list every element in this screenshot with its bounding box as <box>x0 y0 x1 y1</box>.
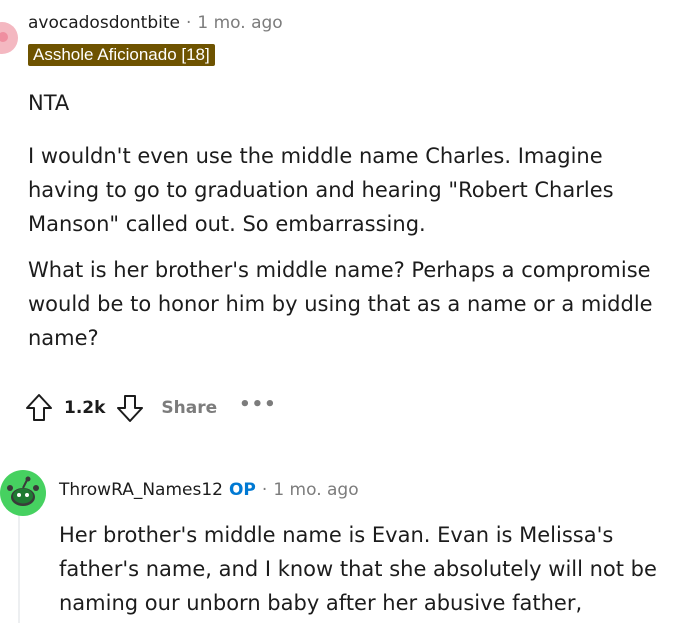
more-dots-icon[interactable]: ••• <box>239 394 277 415</box>
thread-line[interactable] <box>18 510 20 623</box>
comment-thread: avocadosdontbite · 1 mo. ago Asshole Afici… <box>0 0 700 623</box>
user-flair: Asshole Aficionado [18] <box>28 44 215 66</box>
comment-paragraph: I wouldn't even use the middle name Char… <box>28 144 614 236</box>
meta-separator: · <box>261 480 268 500</box>
op-badge: OP <box>228 480 256 500</box>
comment-paragraph: What is her brother's middle name? Perha… <box>28 258 653 350</box>
comment-author[interactable]: avocadosdontbite <box>28 13 180 33</box>
comment-body: Her brother's middle name is Evan. Evan … <box>59 518 689 620</box>
meta-separator: · <box>185 13 192 33</box>
snoo-avatar-icon[interactable] <box>0 470 46 516</box>
comment-paragraph: NTA <box>28 91 70 115</box>
comment-actions: 1.2k Share ••• <box>24 392 277 424</box>
comment-paragraph: Her brother's middle name is Evan. Evan … <box>59 523 657 615</box>
comment-meta: avocadosdontbite · 1 mo. ago <box>28 12 283 34</box>
comment-timestamp[interactable]: 1 mo. ago <box>273 480 358 500</box>
downvote-arrow-icon[interactable] <box>115 392 145 424</box>
comment-meta: ThrowRA_Names12 OP · 1 mo. ago <box>59 479 359 501</box>
vote-count: 1.2k <box>64 398 106 418</box>
comment-timestamp[interactable]: 1 mo. ago <box>197 13 282 33</box>
comment-body: NTA I wouldn't even use the middle name … <box>28 86 668 367</box>
comment-author[interactable]: ThrowRA_Names12 <box>59 480 223 500</box>
user-avatar-icon[interactable] <box>0 22 18 54</box>
share-button[interactable]: Share <box>161 398 217 418</box>
upvote-arrow-icon[interactable] <box>24 392 54 424</box>
